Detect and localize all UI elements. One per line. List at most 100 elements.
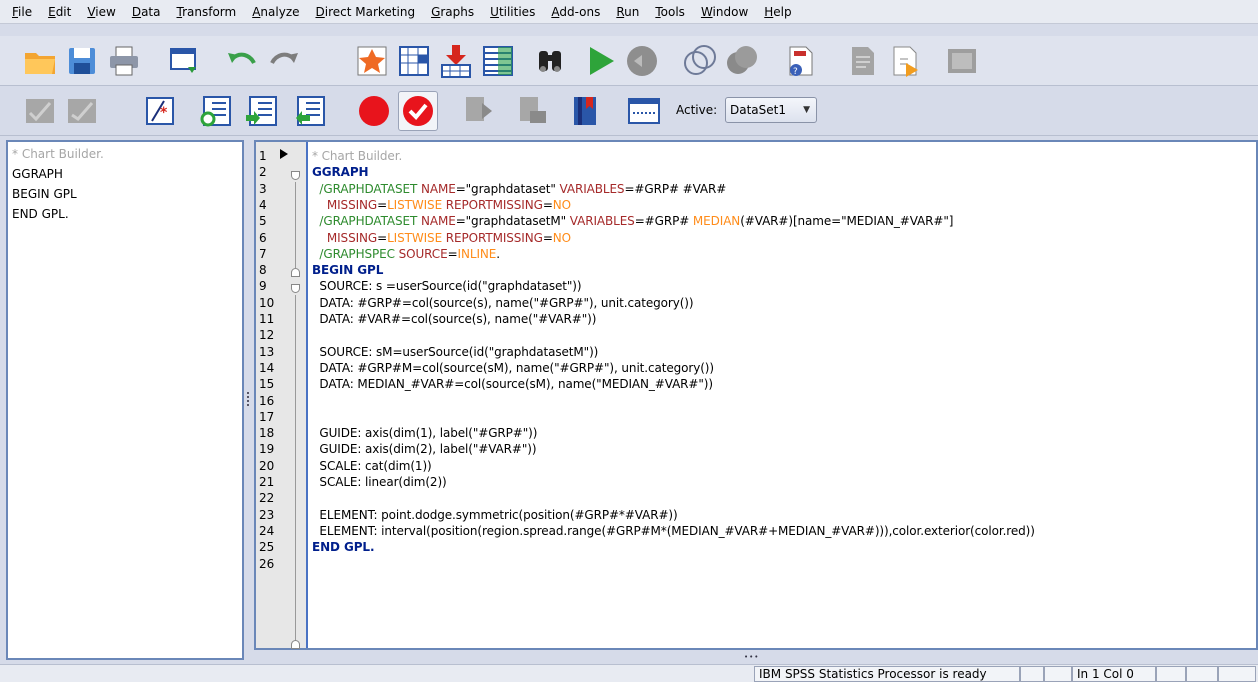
code-line[interactable]: /GRAPHDATASET NAME="graphdataset" VARIAB… xyxy=(312,180,726,198)
code-line[interactable]: ELEMENT: point.dodge.symmetric(position(… xyxy=(312,506,677,524)
code-line[interactable]: DATA: #GRP#M=col(source(sM), name("#GRP#… xyxy=(312,359,714,377)
dialog-recall-icon xyxy=(170,48,196,73)
menu-data[interactable]: Data xyxy=(124,0,169,24)
undo-button[interactable] xyxy=(222,41,262,81)
code-line[interactable]: GGRAPH xyxy=(312,163,369,181)
horizontal-splitter[interactable]: ••• xyxy=(254,650,1258,661)
fold-start-icon[interactable] xyxy=(291,284,300,293)
code-token: /GRAPHDATASET xyxy=(312,214,421,229)
syntax-outline-pane[interactable]: * Chart Builder. GGRAPH BEGIN GPL END GPL. xyxy=(6,140,244,660)
split-button[interactable] xyxy=(722,41,762,81)
code-line[interactable]: MISSING=LISTWISE REPORTMISSING=NO xyxy=(312,196,571,214)
outline-item[interactable]: END GPL. xyxy=(12,204,238,224)
breakpoint-button[interactable] xyxy=(354,91,394,131)
status-cell xyxy=(1044,666,1072,682)
code-line[interactable]: ELEMENT: interval(position(region.spread… xyxy=(312,522,1035,540)
menu-add-ons[interactable]: Add-ons xyxy=(543,0,608,24)
menu-transform[interactable]: Transform xyxy=(169,0,245,24)
code-line[interactable]: * Chart Builder. xyxy=(312,147,402,165)
code-token: BEGIN GPL xyxy=(312,263,384,278)
code-line[interactable]: SCALE: cat(dim(1)) xyxy=(312,457,431,475)
menu-run[interactable]: Run xyxy=(608,0,647,24)
code-token: = xyxy=(542,197,553,212)
code-line[interactable]: SCALE: linear(dim(2)) xyxy=(312,473,446,491)
code-line[interactable]: MISSING=LISTWISE REPORTMISSING=NO xyxy=(312,229,571,247)
code-token: VARIABLES xyxy=(559,181,625,196)
bookmark-button[interactable] xyxy=(566,91,606,131)
line-number: 1 xyxy=(259,149,267,163)
line-number: 14 xyxy=(259,360,275,375)
chart-builder-button[interactable] xyxy=(352,41,392,81)
line-number: 21 xyxy=(259,475,275,489)
line-number: 9 xyxy=(259,279,267,294)
step-out-button[interactable] xyxy=(290,91,330,131)
output-button[interactable] xyxy=(884,41,924,81)
fold-end-icon[interactable] xyxy=(291,640,300,649)
syntax-editor[interactable]: 1 2 3 4 5 6 7 8 9 10 11 12 13 14 15 16 17 18 19 20 21 22 23 24 2… xyxy=(254,140,1258,650)
code-line[interactable]: DATA: MEDIAN_#VAR#=col(source(sM), name(… xyxy=(312,375,713,393)
print-button[interactable] xyxy=(104,41,144,81)
run-button[interactable] xyxy=(580,41,620,81)
outline-item[interactable]: GGRAPH xyxy=(12,164,238,184)
code-line[interactable]: BEGIN GPL xyxy=(312,261,383,279)
venn-button[interactable] xyxy=(680,41,720,81)
code-token: /GRAPHSPEC xyxy=(312,246,399,261)
outline-item[interactable]: BEGIN GPL xyxy=(12,184,238,204)
code-token: GUIDE: axis(dim(1), label("#GRP#")) xyxy=(312,426,538,441)
active-dataset-select[interactable]: DataSet1 ▼ xyxy=(725,97,817,123)
code-line[interactable]: GUIDE: axis(dim(2), label("#VAR#")) xyxy=(312,440,536,458)
menu-edit[interactable]: Edit xyxy=(40,0,79,24)
bookmark-check-button[interactable] xyxy=(398,91,438,131)
run-icon xyxy=(590,47,614,75)
menu-direct-marketing[interactable]: Direct Marketing xyxy=(308,0,424,24)
menu-file[interactable]: File xyxy=(4,0,40,24)
menu-utilities[interactable]: Utilities xyxy=(482,0,543,24)
menu-help[interactable]: Help xyxy=(756,0,799,24)
code-line[interactable]: GUIDE: axis(dim(1), label("#GRP#")) xyxy=(312,424,537,442)
code-token: ELEMENT: interval(position(region.spread… xyxy=(312,523,1035,538)
script-button[interactable]: ? xyxy=(780,41,820,81)
menu-tools[interactable]: Tools xyxy=(647,0,693,24)
save-button[interactable] xyxy=(62,41,102,81)
line-number: 12 xyxy=(259,328,275,343)
menu-graphs[interactable]: Graphs xyxy=(423,0,482,24)
code-line[interactable]: END GPL. xyxy=(312,538,375,556)
code-token: =#GRP# #VAR# xyxy=(624,181,727,196)
code-token: NO xyxy=(552,230,572,245)
syntax-icon xyxy=(852,47,874,75)
code-line[interactable]: DATA: #GRP#=col(source(s), name("#GRP#")… xyxy=(312,294,693,312)
code-token: = xyxy=(377,197,388,212)
open-button[interactable] xyxy=(20,41,60,81)
insert-variable-button[interactable] xyxy=(436,41,476,81)
step-into-button[interactable] xyxy=(196,91,236,131)
find-button[interactable] xyxy=(530,41,570,81)
fold-end-icon[interactable] xyxy=(291,268,300,277)
code-line[interactable]: /GRAPHDATASET NAME="graphdatasetM" VARIA… xyxy=(312,212,953,230)
script-icon: ? xyxy=(789,46,813,77)
code-line[interactable]: DATA: #VAR#=col(source(s), name("#VAR#")… xyxy=(312,310,596,328)
step-out-icon xyxy=(296,96,325,126)
code-line[interactable]: SOURCE: s =userSource(id("graphdataset")… xyxy=(312,277,581,295)
step-over-icon xyxy=(246,96,277,126)
fold-start-icon[interactable] xyxy=(291,171,300,180)
variables-button[interactable] xyxy=(478,41,518,81)
save-icon xyxy=(69,48,95,74)
comment-button[interactable]: * xyxy=(140,91,180,131)
dialog-recall-button[interactable] xyxy=(164,41,204,81)
outline-item[interactable]: * Chart Builder. xyxy=(12,144,238,164)
window-icon xyxy=(948,49,976,73)
svg-text:*: * xyxy=(160,105,168,121)
code-line[interactable]: SOURCE: sM=userSource(id("graphdatasetM"… xyxy=(312,343,598,361)
vertical-splitter[interactable] xyxy=(246,140,254,660)
line-number: 6 xyxy=(259,230,267,245)
code-line[interactable]: /GRAPHSPEC SOURCE=INLINE. xyxy=(312,245,500,263)
menu-window[interactable]: Window xyxy=(693,0,756,24)
menu-view[interactable]: View xyxy=(79,0,123,24)
step-over-button[interactable] xyxy=(242,91,282,131)
menu-analyze[interactable]: Analyze xyxy=(244,0,307,24)
line-number: 15 xyxy=(259,377,275,392)
goto-case-button[interactable] xyxy=(394,41,434,81)
code-token: LISTWISE xyxy=(387,197,446,212)
line-button[interactable] xyxy=(624,91,664,131)
redo-button[interactable] xyxy=(264,41,304,81)
